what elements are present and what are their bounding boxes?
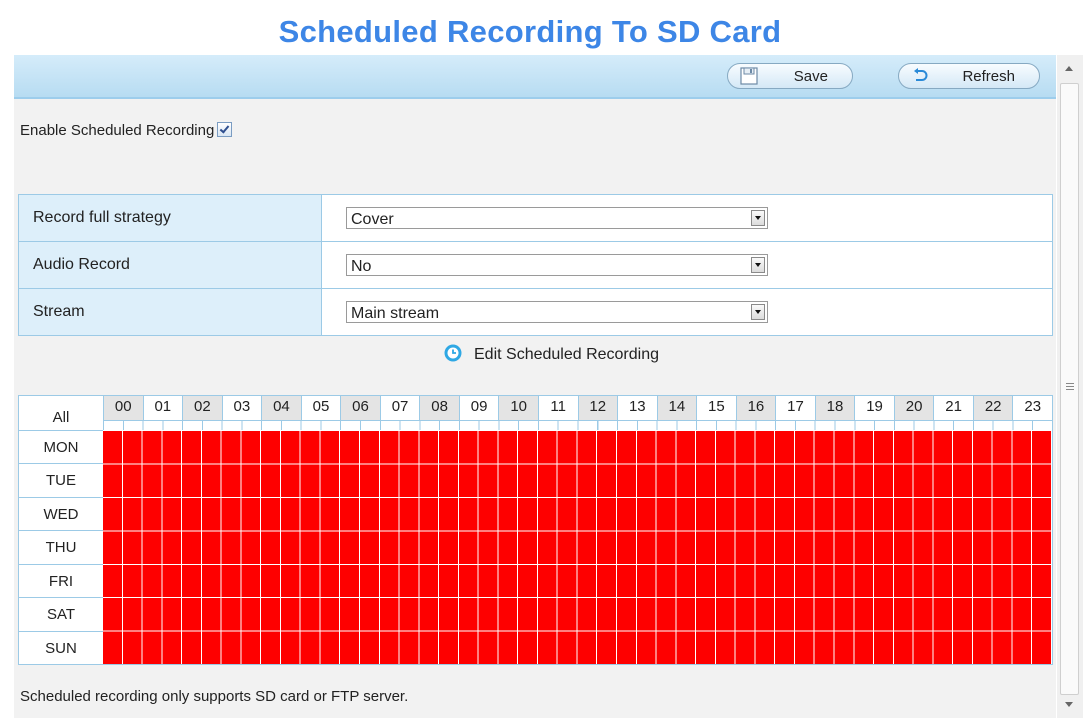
- setting-row-record-full-strategy: Record full strategy Cover: [18, 194, 1053, 242]
- content-panel: Enable Scheduled Recording Record full s…: [14, 99, 1056, 718]
- hour-header-cell[interactable]: 15: [696, 396, 736, 420]
- setting-row-stream: Stream Main stream: [18, 288, 1053, 336]
- record-full-strategy-label: Record full strategy: [18, 194, 322, 242]
- dropdown-arrow-icon[interactable]: [751, 257, 765, 273]
- day-label-thu[interactable]: THU: [19, 530, 103, 564]
- day-label-tue[interactable]: TUE: [19, 463, 103, 497]
- scrollbar-thumb[interactable]: [1060, 83, 1079, 695]
- hour-header-cell[interactable]: 02: [182, 396, 222, 420]
- hour-header-cell[interactable]: 08: [419, 396, 459, 420]
- hour-header-cell[interactable]: 00: [103, 396, 143, 420]
- edit-scheduled-recording-link[interactable]: Edit Scheduled Recording: [444, 344, 659, 364]
- hour-header-cell[interactable]: 23: [1012, 396, 1052, 420]
- day-label-mon[interactable]: MON: [19, 430, 103, 464]
- audio-record-value: No: [351, 258, 372, 275]
- save-button-label: Save: [793, 68, 828, 85]
- hour-header-cell[interactable]: 16: [735, 396, 776, 420]
- day-label-wed[interactable]: WED: [19, 496, 103, 531]
- half-hour-tick-row: [103, 420, 1052, 430]
- enable-scheduled-recording-checkbox[interactable]: [217, 122, 233, 137]
- enable-scheduled-recording-row: Enable Scheduled Recording: [20, 122, 233, 139]
- hour-header-cell[interactable]: 05: [300, 396, 341, 420]
- schedule-grid: All 00 01 02 03 04 05 06 07 08 09 10 11 12 13 14 15 16 17…: [18, 395, 1053, 665]
- hour-header-cell[interactable]: 11: [537, 396, 578, 420]
- hour-header-cell[interactable]: 22: [972, 396, 1013, 420]
- refresh-button[interactable]: Refresh: [898, 63, 1040, 89]
- select-all-cell[interactable]: All: [19, 396, 103, 433]
- page-title: Scheduled Recording To SD Card: [278, 14, 782, 49]
- hour-header-cell[interactable]: 01: [142, 396, 183, 420]
- hour-header-cell[interactable]: 17: [775, 396, 815, 420]
- recording-settings-table: Record full strategy Cover Audio Record …: [18, 194, 1053, 336]
- hour-header-cell[interactable]: 14: [656, 396, 697, 420]
- hour-header-cell[interactable]: 13: [617, 396, 657, 420]
- scroll-up-arrow-icon[interactable]: [1065, 66, 1073, 71]
- day-label-sat[interactable]: SAT: [19, 597, 103, 631]
- audio-record-select[interactable]: No: [346, 254, 768, 276]
- scrollbar-grip-icon: [1066, 383, 1074, 390]
- record-full-strategy-value: Cover: [351, 211, 394, 228]
- undo-arrow-icon: [914, 68, 928, 81]
- setting-row-audio-record: Audio Record No: [18, 241, 1053, 289]
- hour-header-cell[interactable]: 09: [458, 396, 499, 420]
- record-full-strategy-select[interactable]: Cover: [346, 207, 768, 229]
- stream-label: Stream: [18, 288, 322, 336]
- day-label-fri[interactable]: FRI: [19, 563, 103, 598]
- refresh-button-label: Refresh: [962, 68, 1015, 85]
- hour-header-cell[interactable]: 07: [379, 396, 420, 420]
- scroll-down-arrow-icon[interactable]: [1065, 702, 1073, 707]
- schedule-slots[interactable]: [103, 430, 1052, 664]
- audio-record-label: Audio Record: [18, 241, 322, 289]
- hour-header-cell[interactable]: 10: [498, 396, 538, 420]
- stream-value: Main stream: [351, 305, 440, 322]
- hour-header-cell[interactable]: 04: [261, 396, 301, 420]
- hour-header-cell[interactable]: 19: [854, 396, 894, 420]
- footer-note: Scheduled recording only supports SD car…: [20, 688, 409, 705]
- hour-header-cell[interactable]: 20: [893, 396, 934, 420]
- dropdown-arrow-icon[interactable]: [751, 304, 765, 320]
- stream-select[interactable]: Main stream: [346, 301, 768, 323]
- hour-header-cell[interactable]: 18: [814, 396, 855, 420]
- enable-scheduled-recording-label: Enable Scheduled Recording: [20, 122, 215, 139]
- toolbar: Save Refresh: [14, 55, 1056, 99]
- vertical-scrollbar[interactable]: [1057, 55, 1083, 718]
- floppy-disk-icon: [740, 67, 758, 85]
- hour-header-cell[interactable]: 21: [933, 396, 973, 420]
- clock-icon: [444, 344, 462, 362]
- hour-header-cell[interactable]: 12: [577, 396, 618, 420]
- dropdown-arrow-icon[interactable]: [751, 210, 765, 226]
- hour-header-cell[interactable]: 03: [221, 396, 262, 420]
- save-button[interactable]: Save: [727, 63, 853, 89]
- day-label-sun[interactable]: SUN: [19, 630, 103, 664]
- hour-header-cell[interactable]: 06: [340, 396, 380, 420]
- edit-scheduled-recording-label: Edit Scheduled Recording: [474, 346, 660, 363]
